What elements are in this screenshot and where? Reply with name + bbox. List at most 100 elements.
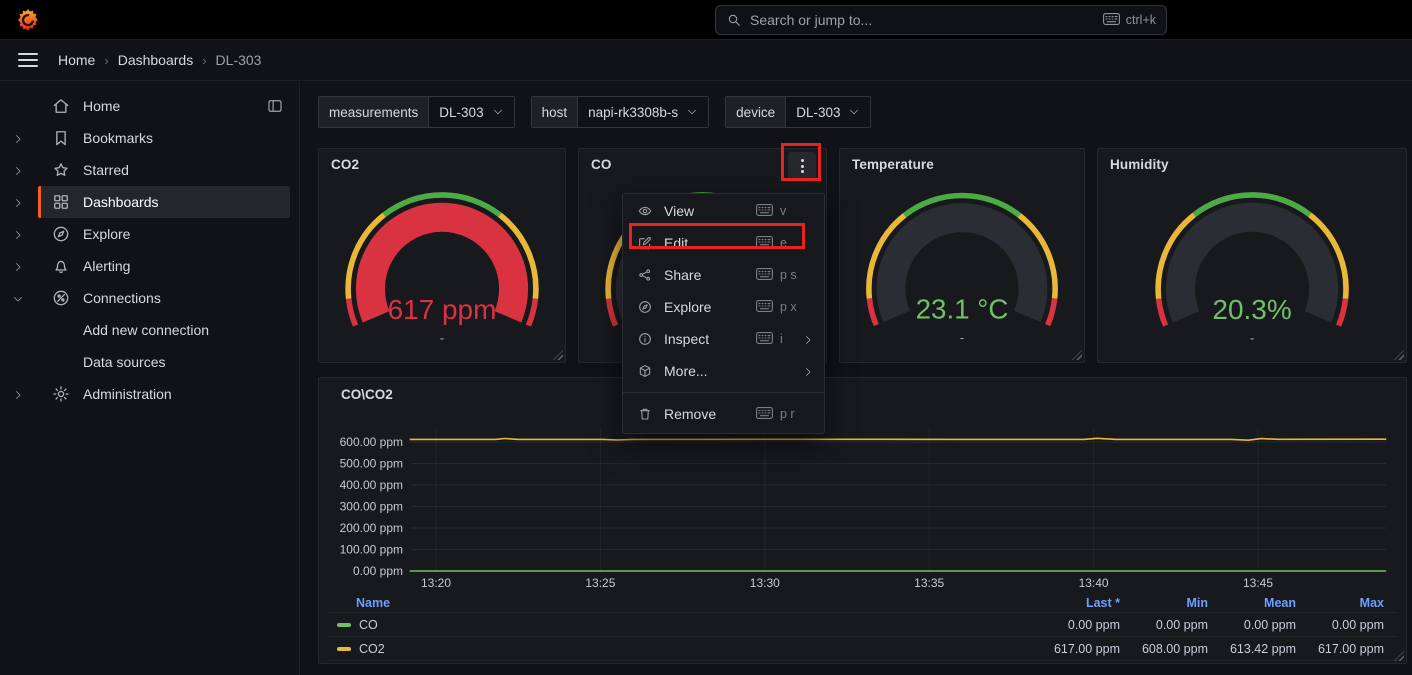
- legend-header-min[interactable]: Min: [1120, 596, 1208, 610]
- panel-header: Temperature: [840, 149, 1084, 179]
- variable-host[interactable]: hostnapi-rk3308b-s: [531, 96, 710, 128]
- menu-item-label: More...: [664, 363, 756, 379]
- sidebar-item-alerting[interactable]: Alerting: [0, 250, 299, 282]
- sidebar-item-bookmarks[interactable]: Bookmarks: [0, 122, 299, 154]
- menu-item-label: Inspect: [664, 331, 756, 347]
- menu-item-shortcut: p r: [756, 407, 795, 422]
- variable-value-dropdown[interactable]: DL-303: [429, 97, 513, 127]
- series-color-swatch[interactable]: [337, 647, 351, 651]
- keyboard-icon: [756, 204, 773, 219]
- legend-header-max[interactable]: Max: [1296, 596, 1384, 610]
- gauge: 20.3%-: [1098, 177, 1406, 356]
- variable-value-text: DL-303: [796, 105, 840, 120]
- breadcrumb-item-home[interactable]: Home: [58, 52, 95, 68]
- menu-item-edit[interactable]: Edite: [623, 227, 824, 259]
- hamburger-menu-icon[interactable]: [18, 53, 38, 67]
- svg-text:600.00 ppm: 600.00 ppm: [340, 435, 403, 449]
- menu-item-shortcut: e: [756, 236, 787, 251]
- sidebar-item-label: Connections: [83, 290, 161, 306]
- panel-header: Humidity: [1098, 149, 1406, 179]
- sidebar-item-connections[interactable]: Connections: [0, 282, 299, 314]
- caret-down-icon: [492, 106, 504, 118]
- caret-down-icon: [686, 106, 698, 118]
- menu-item-shortcut: p s: [756, 268, 797, 283]
- menu-item-shortcut: i: [756, 332, 783, 347]
- share-icon: [637, 267, 653, 283]
- chevron-right-icon[interactable]: [12, 164, 38, 176]
- variable-label: measurements: [319, 97, 429, 127]
- gauge-arc: 617 ppm-: [319, 177, 565, 356]
- panel-title[interactable]: CO2: [331, 157, 359, 172]
- search-input[interactable]: Search or jump to... ctrl+k: [715, 5, 1167, 35]
- menu-item-explore[interactable]: Explorep x: [623, 291, 824, 323]
- chevron-right-icon[interactable]: [12, 260, 38, 272]
- menu-item-inspect[interactable]: Inspecti: [623, 323, 824, 355]
- sidebar-item-body: Data sources: [38, 346, 290, 378]
- legend-header-last[interactable]: Last *: [1032, 596, 1120, 610]
- legend-row-co2: CO2617.00 ppm608.00 ppm613.42 ppm617.00 …: [327, 637, 1398, 661]
- sidebar-item-label: Bookmarks: [83, 130, 153, 146]
- keyboard-icon: [756, 407, 773, 422]
- sidebar-item-label: Explore: [83, 226, 130, 242]
- keyboard-icon: [1103, 13, 1120, 28]
- variable-measurements[interactable]: measurements DL-303: [318, 96, 515, 128]
- breadcrumb-item-dl-303[interactable]: DL-303: [216, 52, 262, 68]
- timeseries-chart[interactable]: 600.00 ppm500.00 ppm400.00 ppm300.00 ppm…: [319, 378, 1408, 591]
- legend-value: 0.00 ppm: [1120, 618, 1208, 632]
- panel-title[interactable]: Temperature: [852, 157, 934, 172]
- legend-header-name[interactable]: Name: [327, 596, 1032, 610]
- panel-title[interactable]: CO: [591, 157, 611, 172]
- svg-text:100.00 ppm: 100.00 ppm: [340, 543, 403, 557]
- chevron-right-icon[interactable]: [12, 132, 38, 144]
- legend-value: 0.00 ppm: [1032, 618, 1120, 632]
- panel-kebab-menu-button[interactable]: [788, 152, 816, 180]
- series-color-swatch[interactable]: [337, 623, 351, 627]
- menu-item-label: Remove: [664, 406, 756, 422]
- svg-text:-: -: [1250, 331, 1254, 346]
- chevron-right-icon[interactable]: [12, 228, 38, 240]
- grafana-logo-icon[interactable]: [15, 7, 41, 33]
- legend-series-name[interactable]: CO: [359, 618, 378, 632]
- sidebar-item-home[interactable]: Home: [0, 90, 299, 122]
- sidebar-item-body: Bookmarks: [38, 122, 290, 154]
- sidebar-item-body: Connections: [38, 282, 290, 314]
- sidebar-item-add-new-connection[interactable]: Add new connection: [0, 314, 299, 346]
- chevron-right-icon[interactable]: [12, 196, 38, 208]
- legend-series: CO2: [327, 642, 1032, 656]
- legend-header-mean[interactable]: Mean: [1208, 596, 1296, 610]
- keyboard-icon: [756, 300, 773, 315]
- dock-panel-icon[interactable]: [266, 97, 284, 115]
- trash-icon: [637, 406, 653, 422]
- sidebar-item-body: Add new connection: [38, 314, 290, 346]
- grafana-app: Search or jump to... ctrl+k Home›Dashboa…: [0, 0, 1412, 675]
- variable-value-text: DL-303: [439, 105, 483, 120]
- variable-value-dropdown[interactable]: DL-303: [786, 97, 870, 127]
- sidebar-item-explore[interactable]: Explore: [0, 218, 299, 250]
- svg-text:13:45: 13:45: [1243, 576, 1273, 590]
- sidebar-item-dashboards[interactable]: Dashboards: [0, 186, 299, 218]
- breadcrumb-item-dashboards[interactable]: Dashboards: [118, 52, 194, 68]
- cube-icon: [637, 363, 653, 379]
- sidebar-item-administration[interactable]: Administration: [0, 378, 299, 410]
- bell-icon: [51, 256, 71, 276]
- eye-icon: [637, 203, 653, 219]
- menu-item-share[interactable]: Sharep s: [623, 259, 824, 291]
- compass-icon: [637, 299, 653, 315]
- sidebar-item-starred[interactable]: Starred: [0, 154, 299, 186]
- chevron-down-icon[interactable]: [12, 292, 38, 304]
- connections-icon: [51, 288, 71, 308]
- sidebar-item-body: Home: [38, 90, 290, 122]
- variable-device[interactable]: deviceDL-303: [725, 96, 871, 128]
- sidebar-item-data-sources[interactable]: Data sources: [0, 346, 299, 378]
- legend-value: 617.00 ppm: [1296, 642, 1384, 656]
- legend-series-name[interactable]: CO2: [359, 642, 385, 656]
- menu-item-shortcut: v: [756, 204, 786, 219]
- menu-item-view[interactable]: Viewv: [623, 195, 824, 227]
- chevron-right-icon[interactable]: [12, 388, 38, 400]
- menu-item-remove[interactable]: Removep r: [623, 398, 824, 430]
- panel-title[interactable]: Humidity: [1110, 157, 1169, 172]
- sidebar-item-label: Administration: [83, 386, 172, 402]
- menu-item-more[interactable]: More...: [623, 355, 824, 387]
- keyboard-icon: [756, 236, 773, 251]
- variable-value-dropdown[interactable]: napi-rk3308b-s: [578, 97, 708, 127]
